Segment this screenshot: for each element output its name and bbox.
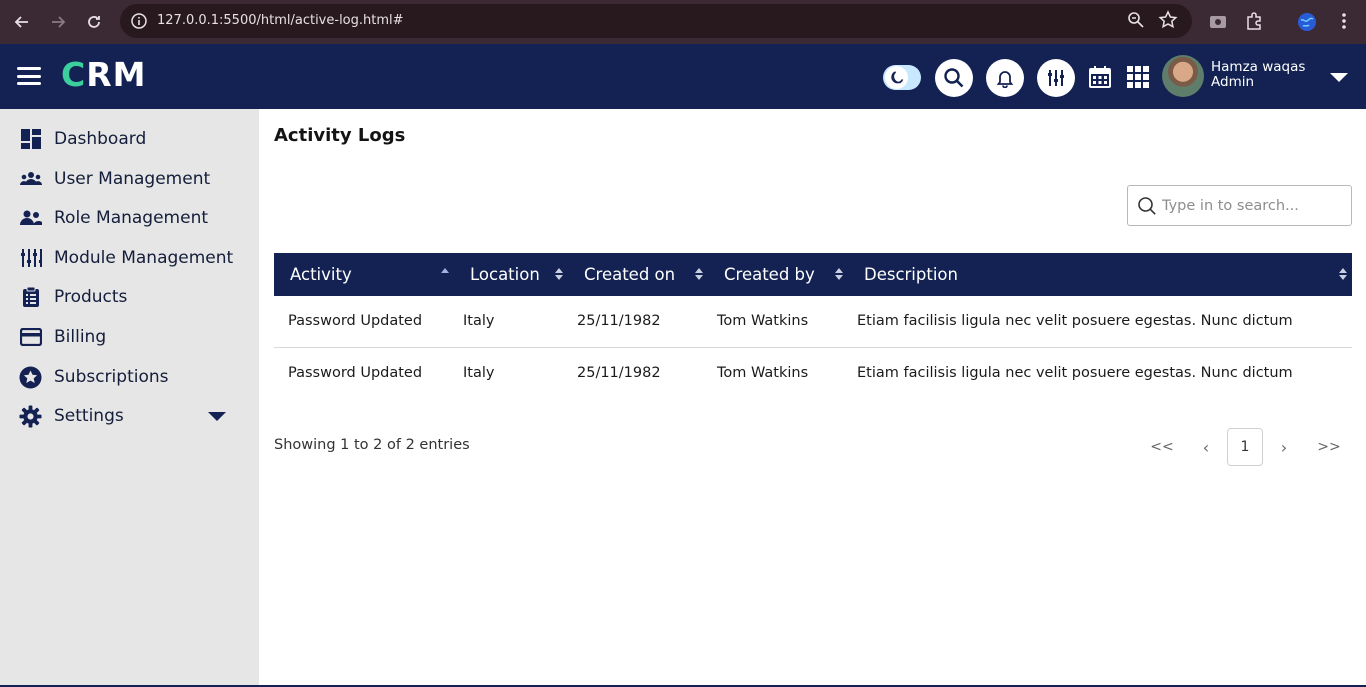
- sidebar-item-label: Role Management: [54, 208, 209, 228]
- column-label: Created by: [724, 265, 815, 284]
- column-header-description[interactable]: Description: [864, 253, 958, 296]
- column-header-activity[interactable]: Activity: [290, 253, 352, 296]
- chevron-down-icon[interactable]: [208, 411, 226, 421]
- sidebar-item-module-management[interactable]: Module Management: [0, 240, 259, 276]
- table-header: Activity Location Created on Created by …: [274, 253, 1352, 296]
- sidebar-item-products[interactable]: Products: [0, 279, 259, 315]
- cell-description: Etiam facilisis ligula nec velit posuere…: [857, 365, 1293, 381]
- sidebar-item-role-management[interactable]: Role Management: [0, 200, 259, 236]
- cell-created-by: Tom Watkins: [717, 365, 809, 381]
- column-header-location[interactable]: Location: [470, 253, 540, 296]
- zoom-icon[interactable]: [1126, 10, 1148, 32]
- sidebar-item-label: Dashboard: [54, 129, 147, 149]
- cell-created-on: 25/11/1982: [577, 313, 661, 329]
- search-button[interactable]: [935, 59, 973, 97]
- cell-created-on: 25/11/1982: [577, 365, 661, 381]
- sidebar-item-settings[interactable]: Settings: [0, 398, 259, 434]
- app-header: CRM Hamza waqas Admin: [0, 44, 1366, 109]
- column-label: Location: [470, 265, 540, 284]
- crm-logo[interactable]: CRM: [61, 55, 146, 94]
- filters-button[interactable]: [1037, 59, 1075, 97]
- sidebar-item-label: Module Management: [54, 248, 234, 268]
- clipboard-icon: [19, 286, 42, 309]
- avatar[interactable]: [1162, 55, 1204, 97]
- user-name: Hamza waqas: [1211, 59, 1306, 75]
- column-header-created-by[interactable]: Created by: [724, 253, 815, 296]
- gear-icon: [19, 404, 42, 428]
- search-input[interactable]: [1162, 187, 1346, 224]
- url-text[interactable]: 127.0.0.1:5500/html/active-log.html#: [157, 13, 404, 28]
- site-info-icon[interactable]: [130, 12, 148, 30]
- star-badge-icon: [19, 366, 42, 389]
- activity-table: Activity Location Created on Created by …: [274, 253, 1352, 400]
- pager-prev[interactable]: ‹: [1194, 428, 1218, 466]
- entries-info: Showing 1 to 2 of 2 entries: [274, 437, 470, 453]
- moon-icon: [885, 66, 908, 89]
- cell-activity: Password Updated: [288, 365, 423, 381]
- cell-activity: Password Updated: [288, 313, 423, 329]
- sidebar-item-user-management[interactable]: User Management: [0, 161, 259, 197]
- cell-description: Etiam facilisis ligula nec velit posuere…: [857, 313, 1293, 329]
- sort-icon[interactable]: [695, 267, 703, 281]
- page-title: Activity Logs: [274, 125, 406, 146]
- calendar-icon[interactable]: [1088, 65, 1112, 89]
- table-row: Password Updated Italy 25/11/1982 Tom Wa…: [274, 348, 1352, 400]
- pager-last[interactable]: >>: [1315, 428, 1343, 466]
- sort-icon[interactable]: [835, 267, 843, 281]
- sidebar-item-label: Settings: [54, 406, 124, 426]
- sidebar-item-subscriptions[interactable]: Subscriptions: [0, 359, 259, 395]
- address-bar[interactable]: 127.0.0.1:5500/html/active-log.html#: [120, 4, 1192, 38]
- credit-card-icon: [19, 326, 42, 349]
- sidebar-item-label: Subscriptions: [54, 367, 169, 387]
- table-row: Password Updated Italy 25/11/1982 Tom Wa…: [274, 296, 1352, 348]
- sidebar-item-dashboard[interactable]: Dashboard: [0, 121, 259, 157]
- camera-icon[interactable]: [1208, 11, 1230, 33]
- sidebar-item-label: User Management: [54, 169, 211, 189]
- pager-first[interactable]: <<: [1148, 428, 1176, 466]
- search-box[interactable]: [1127, 185, 1352, 226]
- theme-toggle[interactable]: [883, 65, 921, 90]
- dashboard-icon: [19, 128, 42, 151]
- sidebar-item-label: Billing: [54, 327, 107, 347]
- chevron-down-icon[interactable]: [1330, 73, 1348, 82]
- logo-c: C: [61, 55, 87, 94]
- sort-icon[interactable]: [555, 267, 563, 281]
- forward-icon[interactable]: [40, 4, 76, 40]
- sort-icon[interactable]: [1339, 267, 1347, 281]
- sliders-icon: [1048, 70, 1064, 86]
- menu-dots-icon[interactable]: [1334, 11, 1356, 33]
- search-icon: [1138, 197, 1156, 215]
- sliders-icon: [19, 247, 42, 270]
- bookmark-star-icon[interactable]: [1158, 10, 1180, 32]
- people-icon: [19, 207, 42, 230]
- sidebar-item-label: Products: [54, 287, 128, 307]
- search-icon: [944, 68, 964, 88]
- hamburger-menu-icon[interactable]: [17, 67, 41, 85]
- user-role: Admin: [1211, 74, 1255, 90]
- column-header-created-on[interactable]: Created on: [584, 253, 675, 296]
- column-label: Activity: [290, 265, 352, 284]
- browser-toolbar: 127.0.0.1:5500/html/active-log.html#: [0, 0, 1366, 44]
- extensions-icon[interactable]: [1244, 11, 1266, 33]
- reload-icon[interactable]: [76, 4, 112, 40]
- logo-rm: RM: [86, 55, 147, 94]
- sidebar: Dashboard User Management Role Managemen…: [0, 109, 259, 687]
- notifications-button[interactable]: [986, 59, 1024, 97]
- column-label: Description: [864, 265, 958, 284]
- cell-location: Italy: [463, 313, 495, 329]
- sort-asc-icon[interactable]: [441, 267, 449, 281]
- profile-globe-icon[interactable]: [1296, 11, 1318, 33]
- apps-grid-icon[interactable]: [1126, 65, 1150, 89]
- sidebar-item-billing[interactable]: Billing: [0, 319, 259, 355]
- pager-next[interactable]: ›: [1272, 428, 1296, 466]
- users-icon: [19, 168, 42, 191]
- cell-created-by: Tom Watkins: [717, 313, 809, 329]
- bell-icon: [996, 71, 1014, 88]
- back-icon[interactable]: [4, 4, 40, 40]
- column-label: Created on: [584, 265, 676, 284]
- cell-location: Italy: [463, 365, 495, 381]
- pager-current[interactable]: 1: [1227, 428, 1263, 466]
